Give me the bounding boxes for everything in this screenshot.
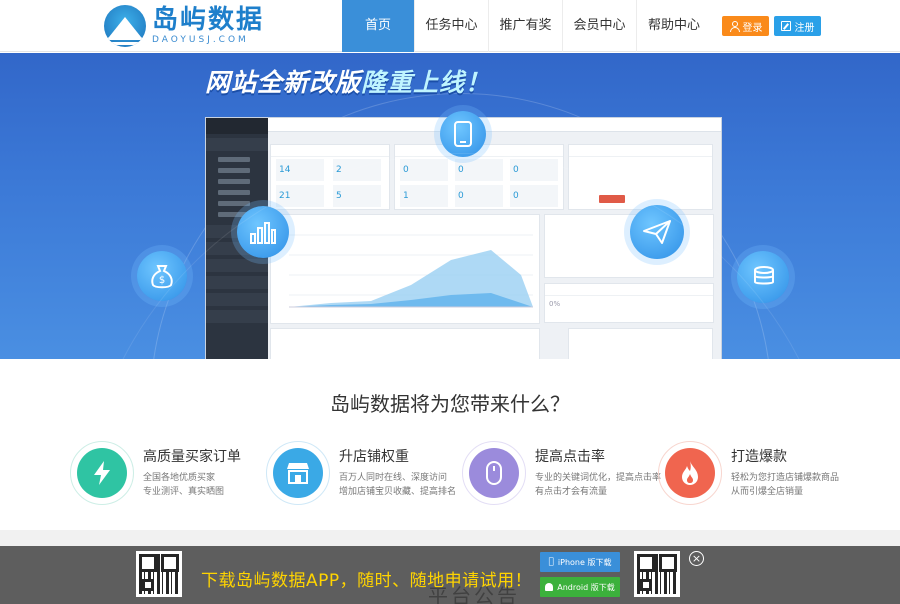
carousel-indicators [420, 348, 528, 352]
banner-title: 网站全新改版隆重上线！ [205, 63, 545, 99]
nav-item-promotion[interactable]: 推广有奖 [489, 0, 563, 52]
main-nav: 首页 任务中心 推广有奖 会员中心 帮助中心 [342, 0, 711, 52]
mockup-card-progress: 0% [544, 283, 714, 323]
login-button[interactable]: 登录 [722, 16, 769, 36]
carousel-dot[interactable] [420, 348, 460, 352]
feature-icon-ring [266, 441, 330, 505]
flame-icon [665, 448, 715, 498]
mockup-card-info [568, 144, 713, 210]
logo-name: 岛屿数据 [152, 5, 265, 35]
mockup-progress-value: 0% [549, 300, 561, 308]
bar-chart-icon [237, 206, 289, 258]
feature-shop-weight: 升店铺权重 百万人同时在线、深度访问 增加店铺宝贝收藏、提高排名 [266, 441, 466, 505]
svg-text:$: $ [159, 275, 165, 286]
feature-title: 打造爆款 [731, 449, 787, 465]
feature-description: 全国各地优质买家 专业测评、真实晒图 [143, 473, 225, 497]
mockup-sidebar [206, 118, 268, 359]
feature-icon-ring [70, 441, 134, 505]
mobile-phone-icon [440, 111, 486, 157]
feature-hot-items: 打造爆款 轻松为您打造店铺爆款商品 从而引爆全店销量 [658, 441, 858, 505]
storefront-icon [273, 448, 323, 498]
mockup-stat-value: 5 [336, 191, 342, 201]
logo-mountain-icon [104, 5, 146, 47]
register-label: 注册 [794, 22, 815, 34]
hero-banner[interactable]: 网站全新改版隆重上线！ 14 2 21 5 0 0 0 1 0 0 0% $ [0, 53, 900, 359]
money-bag-icon: $ [137, 251, 187, 301]
nav-item-help[interactable]: 帮助中心 [637, 0, 711, 52]
mockup-stat-value: 21 [279, 191, 291, 201]
mockup-stat-value: 0 [513, 165, 519, 175]
qr-code-right [634, 551, 680, 597]
mockup-card-shortcuts [544, 214, 714, 278]
feature-description: 专业的关键词优化，提高点击率 有点击才会有流量 [535, 473, 662, 497]
register-button[interactable]: 注册 [774, 16, 821, 36]
carousel-dot[interactable] [474, 348, 514, 352]
app-download-text: 下载岛屿数据APP，随时、随地申请试用！ [201, 571, 533, 591]
android-download-button[interactable]: Android 版下载 [540, 577, 620, 597]
dashboard-mockup-image: 14 2 21 5 0 0 0 1 0 0 0% [205, 117, 722, 359]
site-header: 岛屿数据 DAOYUSJ.COM 首页 任务中心 推广有奖 会员中心 帮助中心 … [0, 0, 900, 52]
qr-code-left [136, 551, 182, 597]
paper-plane-icon [630, 205, 684, 259]
close-icon[interactable]: × [689, 551, 704, 566]
logo-domain: DAOYUSJ.COM [152, 35, 249, 45]
login-label: 登录 [742, 22, 763, 34]
feature-title: 升店铺权重 [339, 449, 409, 465]
mockup-area-chart [270, 214, 540, 324]
mockup-card-stats-2: 0 0 0 1 0 0 [394, 144, 564, 210]
nav-item-tasks[interactable]: 任务中心 [415, 0, 489, 52]
section-heading: 岛屿数据将为您带来什么？ [330, 392, 570, 416]
feature-description: 轻松为您打造店铺爆款商品 从而引爆全店销量 [731, 473, 840, 497]
mockup-stat-value: 2 [336, 165, 342, 175]
site-logo[interactable]: 岛屿数据 DAOYUSJ.COM [104, 5, 264, 47]
feature-quality-orders: 高质量买家订单 全国各地优质买家 专业测评、真实晒图 [70, 441, 270, 505]
feature-click-rate: 提高点击率 专业的关键词优化，提高点击率 有点击才会有流量 [462, 441, 662, 505]
coins-stack-icon [737, 251, 789, 303]
feature-icon-ring [658, 441, 722, 505]
mockup-card-list [568, 328, 713, 359]
mockup-card-table [270, 328, 540, 359]
apple-icon:  [549, 557, 554, 567]
mockup-topbar [268, 118, 721, 132]
nav-item-home[interactable]: 首页 [342, 0, 415, 52]
mockup-stat-value: 0 [458, 165, 464, 175]
mockup-stat-value: 0 [513, 191, 519, 201]
lightning-icon [77, 448, 127, 498]
android-icon [545, 583, 554, 591]
mockup-stat-value: 0 [403, 165, 409, 175]
feature-icon-ring [462, 441, 526, 505]
edit-icon [780, 21, 791, 31]
banner-title-part-b: 隆重上线！ [361, 68, 492, 97]
user-icon [729, 21, 740, 32]
mockup-stat-value: 0 [458, 191, 464, 201]
mockup-card-stats-1: 14 2 21 5 [270, 144, 390, 210]
iphone-download-button[interactable]:  iPhone 版下载 [540, 552, 620, 572]
feature-title: 提高点击率 [535, 449, 605, 465]
banner-title-part-a: 网站全新改版 [205, 68, 362, 97]
mockup-stat-value: 14 [279, 165, 291, 175]
nav-item-member[interactable]: 会员中心 [563, 0, 637, 52]
mockup-stat-value: 1 [403, 191, 409, 201]
feature-description: 百万人同时在线、深度访问 增加店铺宝贝收藏、提高排名 [339, 473, 457, 497]
feature-title: 高质量买家订单 [143, 449, 241, 465]
section-divider [0, 530, 900, 546]
mouse-icon [469, 448, 519, 498]
